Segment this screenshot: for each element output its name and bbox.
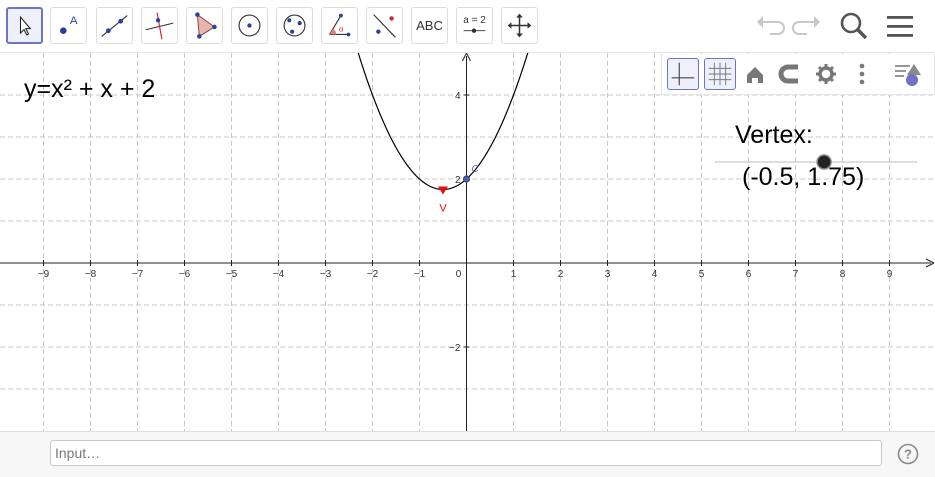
style-bar-shapes-icon — [895, 64, 921, 86]
x-tick-label: 1 — [511, 269, 517, 280]
circle-icon — [238, 14, 261, 37]
x-tick-label: 4 — [652, 269, 658, 280]
x-tick-label: −6 — [179, 269, 191, 280]
x-tick-label: −9 — [38, 269, 50, 280]
main-menu-button[interactable] — [882, 8, 918, 44]
y-intercept-point[interactable] — [463, 175, 470, 183]
function-equation[interactable]: y=x² + x + 2 — [24, 75, 155, 104]
perpendicular-line-tool-button[interactable] — [141, 7, 178, 44]
vertex-point[interactable] — [438, 186, 448, 195]
magnet-icon — [778, 64, 798, 84]
move-tool-button[interactable] — [6, 7, 43, 44]
search-icon — [840, 12, 868, 40]
move-graphics-view-button[interactable] — [501, 7, 538, 44]
input-bar: ? — [0, 431, 935, 477]
home-icon — [747, 67, 763, 83]
svg-text:?: ? — [904, 447, 912, 462]
y-tick-label: −2 — [449, 343, 461, 354]
undo-icon — [757, 16, 785, 35]
circle-tool-button[interactable] — [231, 7, 268, 44]
x-tick-label: 3 — [605, 269, 611, 280]
angle-tool-button[interactable]: α — [321, 7, 358, 44]
standard-view-button[interactable] — [739, 58, 771, 90]
redo-icon — [792, 16, 820, 35]
text-tool-label: ABC — [416, 18, 443, 33]
y-intercept-label: C — [472, 164, 480, 175]
axes-icon — [671, 62, 695, 86]
help-icon[interactable]: ? — [897, 443, 919, 465]
input-field[interactable] — [50, 440, 882, 466]
conic-circle-icon — [283, 14, 306, 37]
more-options-button[interactable] — [846, 58, 878, 90]
x-tick-label: −7 — [132, 269, 144, 280]
move-arrows-icon — [507, 13, 532, 38]
cursor-arrow-icon — [19, 15, 32, 36]
x-tick-label: −2 — [367, 269, 379, 280]
toggle-axes-button[interactable] — [667, 58, 699, 90]
conic-tool-button[interactable] — [276, 7, 313, 44]
grid-icon — [708, 62, 732, 86]
slider[interactable] — [715, 154, 920, 170]
y-tick-label: 4 — [455, 91, 461, 102]
x-tick-label: −8 — [85, 269, 97, 280]
x-tick-label: 2 — [558, 269, 564, 280]
x-tick-label: −5 — [226, 269, 238, 280]
angle-icon: α — [329, 13, 351, 37]
coordinate-plane[interactable]: −9 −8 −7 −6 −5 −4 −3 −2 −1 0 1 2 3 4 5 6 7 8 942−2VC — [0, 53, 935, 431]
reflect-line-icon — [373, 14, 396, 38]
x-tick-label: 9 — [887, 269, 893, 280]
text-tool-button[interactable]: ABC — [411, 7, 448, 44]
x-tick-label: 5 — [699, 269, 705, 280]
toggle-grid-button[interactable] — [704, 58, 736, 90]
polygon-tool-button[interactable] — [186, 7, 223, 44]
x-tick-label: 7 — [793, 269, 799, 280]
x-tick-label: −4 — [273, 269, 285, 280]
x-tick-label: 6 — [746, 269, 752, 280]
line-icon — [101, 15, 128, 37]
graphics-settings-button[interactable] — [810, 58, 842, 90]
graphics-style-bar — [661, 54, 935, 95]
x-tick-label: −3 — [320, 269, 332, 280]
slider-icon — [463, 28, 486, 33]
point-capturing-button[interactable] — [774, 58, 806, 90]
redo-button[interactable] — [789, 8, 825, 44]
graphics-view[interactable]: −9 −8 −7 −6 −5 −4 −3 −2 −1 0 1 2 3 4 5 6 7 8 9 4 2 −2 V C y=x² … — [0, 53, 935, 431]
slider-tool-button[interactable]: a = 2 — [456, 7, 493, 44]
x-tick-label: 0 — [456, 269, 462, 280]
point-tool-button[interactable]: A — [50, 7, 87, 44]
svg-text:A: A — [70, 15, 78, 27]
undo-button[interactable] — [752, 8, 788, 44]
gear-icon — [816, 64, 836, 84]
x-tick-label: −1 — [414, 269, 426, 280]
toggle-style-bar-button[interactable] — [892, 58, 924, 90]
line-tool-button[interactable] — [96, 7, 133, 44]
vertical-dots-icon — [859, 63, 865, 85]
point-icon: A — [59, 15, 78, 35]
slider-knob[interactable] — [816, 154, 832, 170]
polygon-icon — [195, 12, 217, 39]
reflect-tool-button[interactable] — [366, 7, 403, 44]
vertex-label: V — [439, 203, 447, 215]
x-tick-label: 8 — [840, 269, 846, 280]
hamburger-menu-icon — [887, 16, 913, 37]
vertex-caption: Vertex: — [735, 121, 813, 149]
svg-text:α: α — [339, 25, 344, 34]
perpendicular-line-icon — [145, 12, 174, 40]
search-button[interactable] — [836, 8, 872, 44]
toolbar: A α ABC a = 2 — [0, 0, 935, 53]
